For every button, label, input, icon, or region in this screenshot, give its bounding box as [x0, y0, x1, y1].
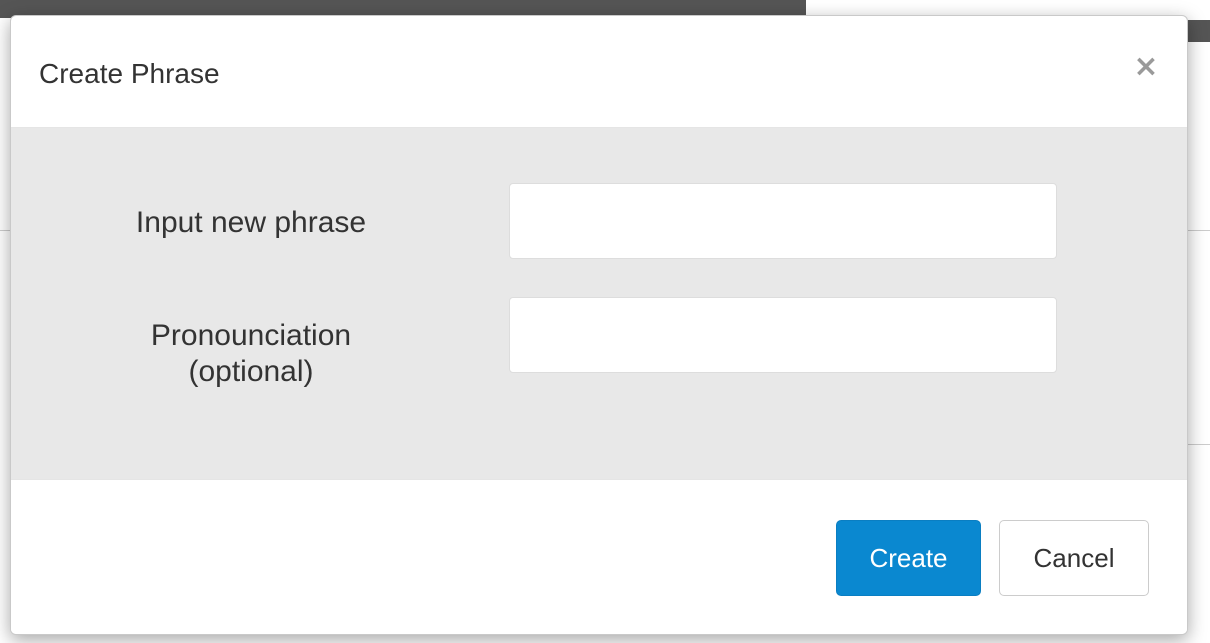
phrase-label: Input new phrase — [135, 206, 367, 239]
close-icon: × — [1133, 49, 1159, 84]
pronunciation-input[interactable] — [509, 297, 1057, 373]
create-phrase-modal: Create Phrase × Input new phrase Pronoun… — [10, 15, 1188, 635]
create-button[interactable]: Create — [836, 520, 981, 596]
cancel-button[interactable]: Cancel — [999, 520, 1149, 596]
modal-footer: Create Cancel — [11, 479, 1187, 634]
close-button[interactable]: × — [1131, 50, 1161, 84]
modal-body: Input new phrase Pronounciation (optiona… — [11, 128, 1187, 479]
modal-title: Create Phrase — [39, 58, 220, 89]
pronunciation-label: Pronounciation (optional) — [150, 319, 352, 388]
modal-header: Create Phrase × — [11, 16, 1187, 128]
background-divider — [1188, 444, 1210, 445]
phrase-input[interactable] — [509, 183, 1057, 259]
background-divider — [1188, 230, 1210, 231]
background-header-bar-edge — [1188, 20, 1210, 42]
